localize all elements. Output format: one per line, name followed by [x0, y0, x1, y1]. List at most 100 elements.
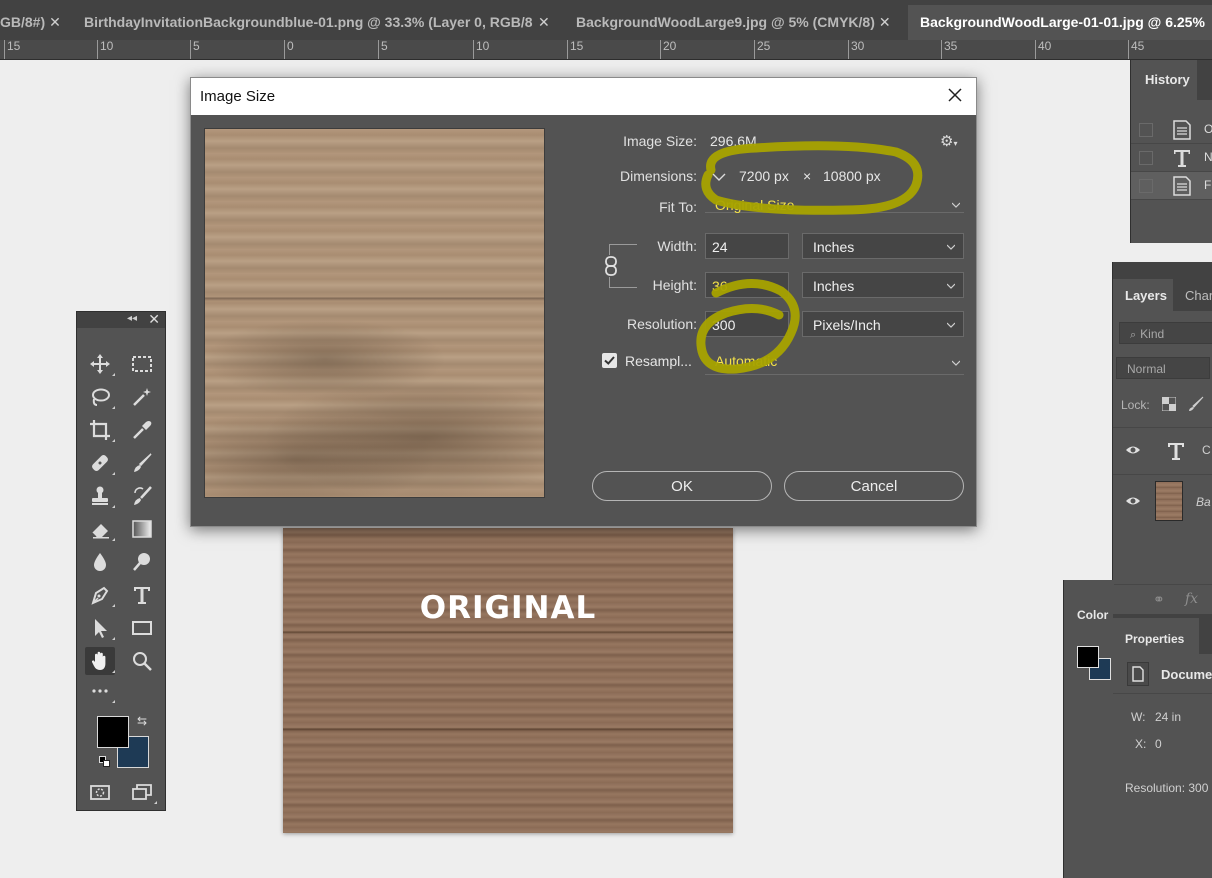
pen-tool-icon[interactable] [85, 581, 115, 609]
history-item-label: N [1204, 150, 1212, 164]
layer-style-icon[interactable]: fx [1185, 591, 1198, 607]
collapse-icon[interactable]: ◂◂ [127, 313, 137, 324]
height-input-value: 36 [712, 278, 728, 294]
lock-image-pixels-icon[interactable] [1188, 396, 1204, 412]
screen-mode-icon[interactable] [127, 778, 157, 806]
resample-method-select[interactable]: Automatic [705, 353, 964, 375]
resolution-readout: Resolution: 300 [1125, 781, 1209, 795]
tools-panel-header[interactable]: ◂◂ ✕ [77, 311, 165, 328]
history-snapshot-checkbox[interactable] [1139, 123, 1153, 137]
hand-tool-icon[interactable] [85, 647, 115, 675]
clone-stamp-tool-icon[interactable] [85, 482, 115, 510]
path-selection-tool-icon[interactable] [85, 614, 115, 642]
default-colors-icon[interactable] [99, 756, 111, 768]
tab-properties[interactable]: Properties [1113, 618, 1199, 654]
history-snapshot-checkbox[interactable] [1139, 151, 1153, 165]
history-item[interactable]: N [1131, 144, 1212, 172]
foreground-color-swatch[interactable] [97, 716, 129, 748]
rectangle-tool-icon[interactable] [127, 614, 157, 642]
text-icon [1174, 150, 1190, 167]
quick-mask-icon[interactable] [85, 778, 115, 806]
ruler-label: 5 [190, 40, 200, 59]
tab-label: GB/8#) [0, 14, 46, 30]
resolution-input[interactable]: 300 [705, 311, 789, 337]
canvas-document[interactable]: ORIGINAL [283, 528, 733, 833]
history-snapshot-checkbox[interactable] [1139, 179, 1153, 193]
layer-kind-filter[interactable]: ⌕ Kind [1119, 322, 1212, 344]
fit-to-select[interactable]: Original Size [705, 197, 964, 213]
close-icon[interactable] [945, 85, 965, 105]
width-unit-select[interactable]: Inches [802, 233, 964, 259]
brush-tool-icon[interactable] [127, 449, 157, 477]
panel-tab[interactable] [1201, 60, 1212, 100]
width-input[interactable]: 24 [705, 233, 789, 259]
move-tool-icon[interactable] [85, 350, 115, 378]
healing-brush-tool-icon[interactable] [85, 449, 115, 477]
width-value[interactable]: 24 in [1155, 710, 1181, 724]
tab-layers[interactable]: Layers [1113, 279, 1173, 311]
resample-checkbox[interactable] [602, 353, 617, 368]
swap-colors-icon[interactable]: ⇆ [137, 714, 147, 728]
document-tab-bar: GB/8#) ✕ BirthdayInvitationBackgroundblue… [0, 0, 1212, 40]
history-brush-tool-icon[interactable] [127, 482, 157, 510]
width-label: W: [1131, 710, 1146, 724]
blur-tool-icon[interactable] [85, 548, 115, 576]
marquee-tool-icon[interactable] [127, 350, 157, 378]
zoom-tool-icon[interactable] [127, 647, 157, 675]
resample-label[interactable]: Resampl... [625, 353, 692, 369]
resolution-unit-value: Pixels/Inch [813, 317, 881, 333]
gradient-tool-icon[interactable] [127, 515, 157, 543]
gear-icon[interactable]: ⚙▾ [940, 132, 957, 150]
document-tab[interactable]: BirthdayInvitationBackgroundblue-01.png … [72, 5, 560, 40]
chevron-down-icon [947, 244, 955, 250]
crop-tool-icon[interactable] [85, 416, 115, 444]
lasso-tool-icon[interactable] [85, 383, 115, 411]
properties-document-row: Documen [1113, 654, 1212, 694]
document-tab[interactable]: GB/8#) ✕ [0, 5, 70, 40]
eyedropper-tool-icon[interactable] [127, 416, 157, 444]
height-unit-select[interactable]: Inches [802, 272, 964, 298]
close-icon[interactable]: ✕ [148, 311, 160, 328]
horizontal-ruler[interactable]: 15 10 5 0 5 10 15 20 25 30 35 40 45 [0, 40, 1212, 60]
close-tab-icon[interactable]: ✕ [49, 14, 61, 30]
color-panel-foreground-swatch[interactable] [1077, 646, 1099, 668]
blend-mode-select[interactable]: Normal [1116, 357, 1210, 379]
close-tab-icon[interactable]: ✕ [538, 14, 550, 30]
dodge-tool-icon[interactable] [127, 548, 157, 576]
eye-icon[interactable] [1125, 442, 1141, 458]
image-preview[interactable] [204, 128, 545, 498]
close-tab-icon[interactable]: ✕ [879, 14, 891, 30]
ok-button[interactable]: OK [592, 471, 772, 501]
x-value[interactable]: 0 [1155, 737, 1162, 751]
type-tool-icon[interactable] [127, 581, 157, 609]
cancel-button[interactable]: Cancel [784, 471, 964, 501]
ruler-label: 35 [941, 40, 957, 59]
chevron-down-icon[interactable] [712, 171, 726, 183]
more-tools-icon[interactable] [85, 677, 115, 705]
history-item[interactable]: F [1131, 172, 1212, 200]
dimensions-label: Dimensions: [619, 168, 697, 184]
fit-to-value: Original Size [715, 197, 795, 213]
image-size-value: 296.6M [710, 133, 757, 149]
tab-color[interactable]: Color [1064, 580, 1114, 622]
document-tab[interactable]: BackgroundWoodLarge9.jpg @ 5% (CMYK/8) ✕ [564, 5, 904, 40]
search-icon: ⌕ [1130, 329, 1137, 341]
properties-panel-tabs: Properties [1113, 614, 1212, 654]
history-item[interactable]: O [1131, 116, 1212, 144]
layer-row-background[interactable]: Ba [1113, 474, 1212, 526]
tab-channels[interactable]: Chan [1185, 288, 1212, 303]
document-tab-active[interactable]: BackgroundWoodLarge-01-01.jpg @ 6.25% [908, 5, 1212, 40]
eye-icon[interactable] [1125, 493, 1141, 509]
magic-wand-tool-icon[interactable] [127, 383, 157, 411]
tab-history[interactable]: History [1131, 60, 1197, 100]
link-icon[interactable] [603, 255, 619, 277]
lock-transparent-pixels-icon[interactable] [1162, 397, 1176, 411]
layers-panel-tabs: Layers Chan [1113, 279, 1212, 311]
history-item-label: O [1204, 122, 1212, 136]
layer-row-text[interactable]: C [1113, 427, 1212, 473]
dialog-title-bar[interactable]: Image Size [191, 78, 976, 115]
link-layers-icon[interactable]: ⚭ [1153, 591, 1165, 608]
resolution-unit-select[interactable]: Pixels/Inch [802, 311, 964, 337]
height-input[interactable]: 36 [705, 272, 789, 298]
eraser-tool-icon[interactable] [85, 515, 115, 543]
